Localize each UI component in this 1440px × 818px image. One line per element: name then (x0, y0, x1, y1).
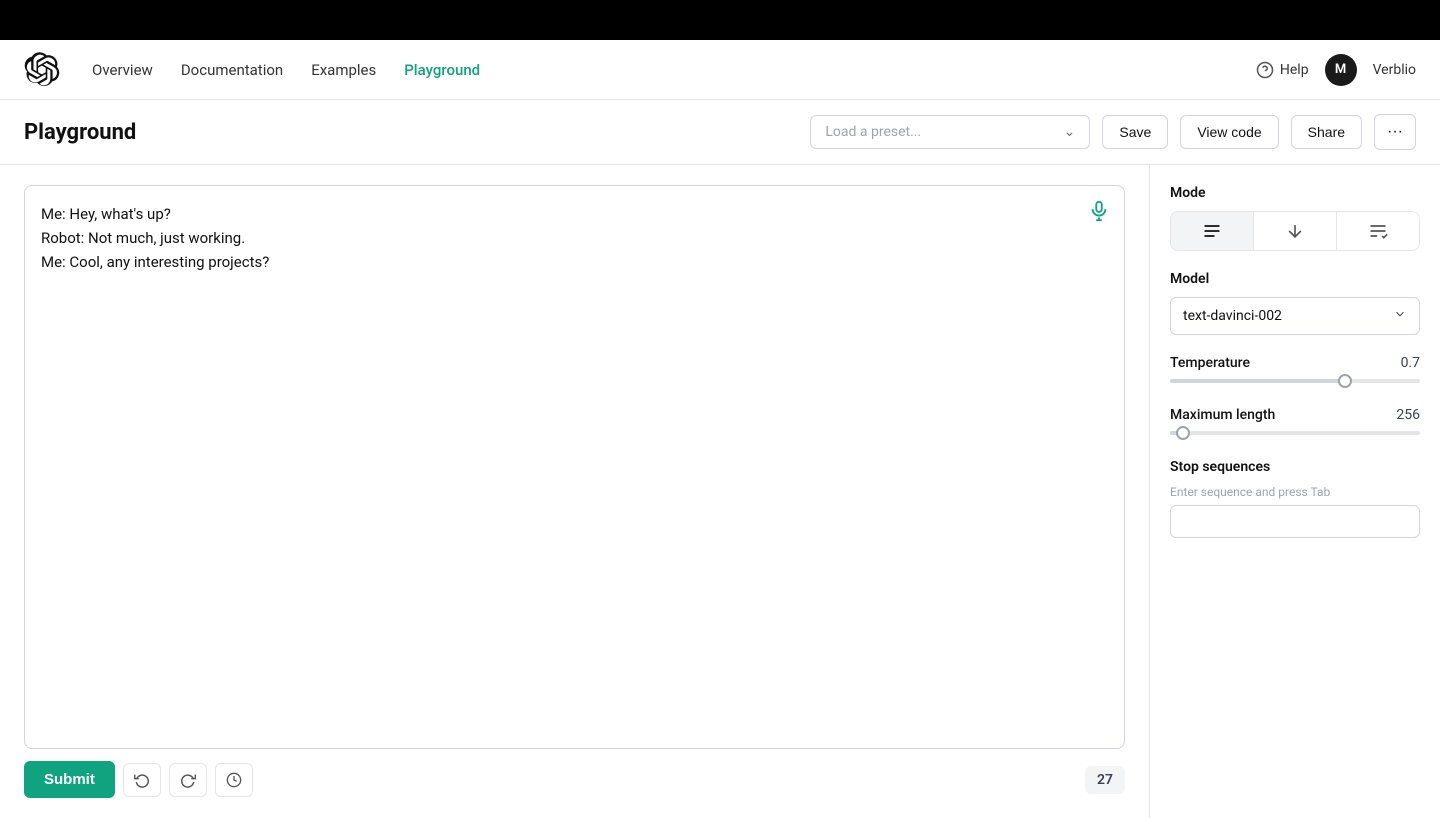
save-button[interactable]: Save (1102, 115, 1168, 149)
chevron-down-icon: ⌄ (1064, 124, 1076, 140)
temperature-slider-fill (1170, 379, 1345, 383)
toolbar: Playground Load a preset... ⌄ Save View … (0, 100, 1440, 165)
max-length-slider-thumb[interactable] (1176, 426, 1190, 440)
max-length-label: Maximum length (1170, 407, 1275, 423)
model-label: Model (1170, 271, 1420, 287)
history-button[interactable] (215, 763, 253, 797)
bottom-bar: Submit 27 (24, 749, 1125, 798)
token-count: 27 (1085, 766, 1125, 794)
share-button[interactable]: Share (1291, 115, 1362, 149)
submit-button[interactable]: Submit (24, 761, 115, 798)
nav-right: Help M Verblio (1256, 54, 1416, 86)
right-panel: Mode (1150, 165, 1440, 818)
model-select[interactable]: text-davinci-002 (1170, 297, 1420, 335)
undo-button[interactable] (123, 763, 161, 797)
mode-complete-button[interactable] (1171, 212, 1253, 250)
nav-examples[interactable]: Examples (311, 61, 376, 79)
microphone-icon[interactable] (1088, 200, 1110, 227)
main-content: Me: Hey, what's up? Robot: Not much, jus… (0, 165, 1440, 818)
mode-buttons (1170, 211, 1420, 251)
max-length-value: 256 (1396, 407, 1420, 423)
model-chevron-icon (1393, 307, 1407, 325)
help-label: Help (1280, 62, 1309, 78)
mode-insert-button[interactable] (1253, 212, 1336, 250)
openai-logo[interactable] (24, 52, 60, 88)
top-bar (0, 0, 1440, 40)
preset-dropdown[interactable]: Load a preset... ⌄ (810, 115, 1090, 149)
redo-button[interactable] (169, 763, 207, 797)
nav: Overview Documentation Examples Playgrou… (0, 40, 1440, 100)
left-panel: Me: Hey, what's up? Robot: Not much, jus… (0, 165, 1150, 818)
stop-seq-section: Stop sequences Enter sequence and press … (1170, 459, 1420, 538)
more-button[interactable]: ··· (1374, 114, 1416, 150)
model-section: Model text-davinci-002 (1170, 271, 1420, 335)
temperature-slider-track[interactable] (1170, 379, 1420, 383)
editor-textarea[interactable]: Me: Hey, what's up? Robot: Not much, jus… (25, 186, 1124, 748)
temperature-label: Temperature (1170, 355, 1250, 371)
preset-placeholder: Load a preset... (825, 124, 921, 140)
temperature-value: 0.7 (1401, 355, 1420, 371)
mode-label: Mode (1170, 185, 1420, 201)
nav-documentation[interactable]: Documentation (181, 61, 283, 79)
model-value: text-davinci-002 (1183, 308, 1282, 324)
max-length-slider-track[interactable] (1170, 431, 1420, 435)
temperature-row: Temperature 0.7 (1170, 355, 1420, 371)
nav-overview[interactable]: Overview (92, 61, 153, 79)
editor-wrapper: Me: Hey, what's up? Robot: Not much, jus… (24, 185, 1125, 749)
page-title: Playground (24, 120, 136, 145)
stop-seq-label: Stop sequences (1170, 459, 1420, 475)
view-code-button[interactable]: View code (1180, 115, 1278, 149)
stop-seq-hint: Enter sequence and press Tab (1170, 485, 1420, 499)
stop-seq-input[interactable] (1170, 505, 1420, 538)
temperature-section: Temperature 0.7 (1170, 355, 1420, 387)
max-length-section: Maximum length 256 (1170, 407, 1420, 439)
help-button[interactable]: Help (1256, 61, 1309, 79)
mode-edit-button[interactable] (1336, 212, 1419, 250)
nav-links: Overview Documentation Examples Playgrou… (92, 61, 1256, 79)
nav-playground[interactable]: Playground (404, 61, 480, 79)
max-length-row: Maximum length 256 (1170, 407, 1420, 423)
user-name: Verblio (1373, 62, 1416, 78)
user-avatar: M (1325, 54, 1357, 86)
temperature-slider-thumb[interactable] (1338, 374, 1352, 388)
mode-section: Mode (1170, 185, 1420, 251)
